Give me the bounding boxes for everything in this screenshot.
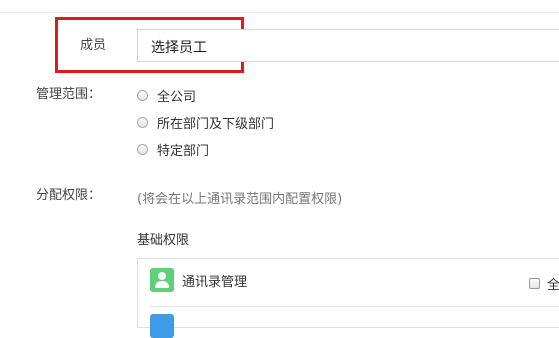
row-divider — [150, 306, 559, 307]
permission-item-contacts[interactable]: 通讯录管理 — [150, 268, 247, 292]
radio-button[interactable] — [137, 116, 148, 128]
member-label: 成员 — [80, 38, 107, 53]
permission-icon — [150, 314, 174, 338]
scope-option-label: 所在部门及下级部门 — [157, 116, 275, 132]
scope-option-label: 全公司 — [157, 89, 197, 105]
permissions-hint: (将会在以上通讯录范围内配置权限) — [137, 192, 343, 207]
member-select-value: 选择员工 — [151, 40, 207, 56]
scope-option-department-and-sub[interactable]: 所在部门及下级部门 — [137, 113, 275, 132]
select-all-label: 全 — [547, 278, 559, 293]
permission-item-label: 通讯录管理 — [182, 274, 248, 290]
scope-option-specific-department[interactable]: 特定部门 — [137, 140, 210, 159]
scope-option-label: 特定部门 — [157, 143, 210, 159]
scope-option-company[interactable]: 全公司 — [137, 86, 197, 105]
permissions-label: 分配权限： — [36, 188, 102, 203]
checkbox[interactable] — [529, 278, 540, 289]
top-divider — [0, 12, 559, 13]
member-select-field[interactable]: 选择员工 — [137, 29, 559, 62]
contacts-icon — [150, 268, 174, 292]
scope-label: 管理范围： — [36, 87, 102, 102]
radio-button[interactable] — [137, 143, 148, 155]
permissions-list: 通讯录管理 — [137, 258, 559, 338]
radio-button[interactable] — [137, 89, 148, 101]
basic-permissions-title: 基础权限 — [137, 233, 190, 248]
select-all-checkbox[interactable]: 全 — [529, 274, 559, 293]
